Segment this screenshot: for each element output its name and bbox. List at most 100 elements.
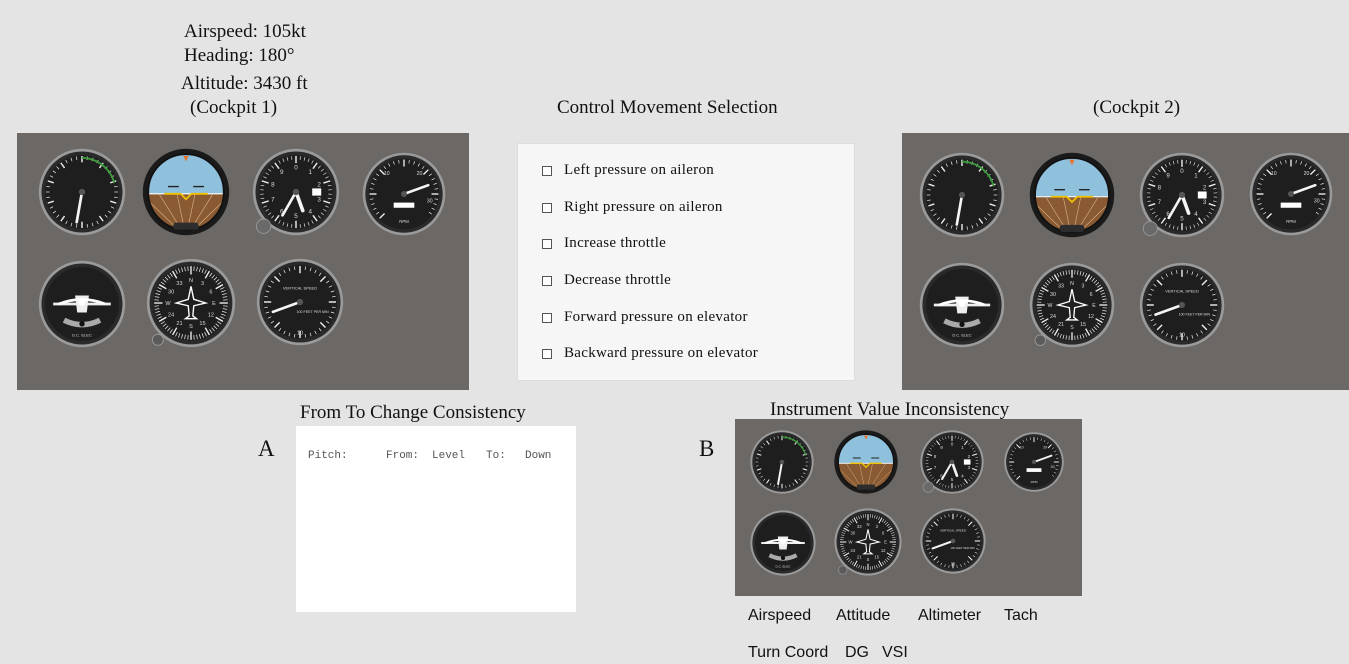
cockpit2-instrument-panel: 0123456789 10 20 30 RPM D.C. ELEC N 3 6 E 12 15 S…: [902, 133, 1349, 390]
option-label: Left pressure on aileron: [564, 162, 715, 178]
checkbox[interactable]: [542, 165, 552, 176]
from-label: From:: [386, 450, 420, 462]
checkbox[interactable]: [542, 348, 552, 359]
svg-text:10: 10: [297, 330, 303, 336]
directional-gyro-icon[interactable]: N 3 6 E 12 15 S 21 24 W 30 33: [145, 257, 237, 349]
svg-text:33: 33: [857, 524, 862, 529]
svg-text:6: 6: [209, 289, 212, 295]
svg-text:1: 1: [309, 169, 313, 176]
from-value: Level: [432, 450, 466, 462]
svg-text:10: 10: [384, 171, 390, 177]
svg-text:RPM: RPM: [399, 219, 409, 224]
airspeed-indicator-icon[interactable]: [37, 147, 127, 237]
svg-text:8: 8: [934, 454, 937, 459]
svg-text:12: 12: [881, 548, 886, 553]
option-increase-throttle[interactable]: Increase throttle: [542, 235, 666, 252]
svg-text:15: 15: [1080, 322, 1086, 328]
panel-a-title: From To Change Consistency: [300, 402, 526, 423]
attitude-indicator-icon[interactable]: [1028, 151, 1116, 239]
checkbox[interactable]: [542, 312, 552, 323]
attitude-indicator-icon[interactable]: [833, 429, 899, 495]
svg-text:4: 4: [961, 474, 964, 479]
vertical-speed-indicator-icon[interactable]: VERTICAL SPEED 100 FEET PER MIN 10: [919, 507, 987, 575]
cockpit1-heading-readout: Heading: 180°: [184, 45, 295, 66]
altimeter-icon[interactable]: 0123456789: [919, 429, 985, 495]
option-label: Decrease throttle: [564, 272, 672, 288]
option-backward-elevator[interactable]: Backward pressure on elevator: [542, 345, 758, 362]
tachometer-icon[interactable]: 10 20 30 RPM: [1003, 431, 1065, 493]
tachometer-icon[interactable]: 10 20 30 RPM: [361, 151, 447, 237]
legend-altimeter: Altimeter: [918, 607, 982, 624]
svg-text:VERTICAL SPEED: VERTICAL SPEED: [940, 528, 967, 532]
svg-text:E: E: [1092, 303, 1096, 309]
svg-text:S: S: [867, 557, 870, 562]
legend-tach: Tach: [1004, 607, 1038, 624]
to-label: To:: [486, 450, 506, 462]
option-forward-elevator[interactable]: Forward pressure on elevator: [542, 309, 748, 326]
directional-gyro-icon[interactable]: N 3 6 E 12 15 S 21 24 W 30 33: [1028, 261, 1116, 349]
svg-text:30: 30: [1051, 465, 1055, 469]
svg-text:30: 30: [851, 531, 856, 536]
svg-text:3: 3: [201, 281, 204, 287]
svg-text:4: 4: [309, 208, 313, 215]
svg-text:D.C. ELEC: D.C. ELEC: [776, 564, 792, 568]
option-left-aileron[interactable]: Left pressure on aileron: [542, 162, 714, 179]
svg-text:6: 6: [1090, 292, 1093, 298]
svg-text:20: 20: [1304, 171, 1310, 177]
altimeter-icon[interactable]: 0123456789: [1138, 151, 1226, 239]
svg-text:0: 0: [951, 442, 954, 447]
legend-airspeed: Airspeed: [748, 607, 812, 624]
attitude-indicator-icon[interactable]: [141, 147, 231, 237]
svg-text:W: W: [1048, 303, 1053, 309]
svg-text:S: S: [189, 324, 193, 330]
checkbox[interactable]: [542, 202, 552, 213]
option-decrease-throttle[interactable]: Decrease throttle: [542, 272, 671, 289]
svg-text:2: 2: [317, 181, 321, 188]
turn-coordinator-icon[interactable]: D.C. ELEC: [37, 259, 127, 349]
svg-text:2: 2: [1203, 184, 1207, 191]
svg-text:33: 33: [176, 281, 182, 287]
legend-attitude: Attitude: [836, 607, 891, 624]
turn-coordinator-icon[interactable]: D.C. ELEC: [749, 509, 817, 577]
svg-text:RPM: RPM: [1286, 219, 1296, 224]
directional-gyro-icon[interactable]: N 3 6 E 12 15 S 21 24 W 30 33: [833, 507, 903, 577]
svg-text:N: N: [1070, 281, 1074, 287]
pitch-label: Pitch:: [308, 450, 348, 462]
svg-text:9: 9: [1166, 173, 1170, 180]
option-right-aileron[interactable]: Right pressure on aileron: [542, 199, 723, 216]
turn-coordinator-icon[interactable]: D.C. ELEC: [918, 261, 1006, 349]
svg-text:W: W: [165, 301, 171, 307]
svg-text:10: 10: [1020, 445, 1024, 449]
vertical-speed-indicator-icon[interactable]: VERTICAL SPEED 100 FEET PER MIN 10: [255, 257, 345, 347]
tachometer-icon[interactable]: 10 20 30 RPM: [1248, 151, 1334, 237]
panel-b-title: Instrument Value Inconsistency: [770, 399, 1010, 420]
svg-text:10: 10: [1179, 333, 1185, 339]
checkbox[interactable]: [542, 275, 552, 286]
svg-text:5: 5: [294, 213, 298, 220]
svg-text:9: 9: [280, 169, 284, 176]
svg-text:N: N: [866, 522, 869, 527]
airspeed-indicator-icon[interactable]: [918, 151, 1006, 239]
svg-text:30: 30: [168, 289, 174, 295]
svg-text:5: 5: [1180, 216, 1184, 223]
svg-text:3: 3: [1082, 284, 1085, 290]
altimeter-icon[interactable]: 0123456789: [251, 147, 341, 237]
airspeed-indicator-icon[interactable]: [749, 429, 815, 495]
svg-text:W: W: [849, 539, 853, 544]
svg-text:S: S: [1070, 325, 1074, 331]
checkbox[interactable]: [542, 238, 552, 249]
cockpit1-airspeed-readout: Airspeed: 105kt: [184, 21, 306, 42]
svg-text:1: 1: [1194, 173, 1198, 180]
svg-text:100 FEET PER MIN: 100 FEET PER MIN: [1179, 313, 1211, 317]
legend-turn-coord: Turn Coord: [748, 644, 829, 661]
svg-text:15: 15: [874, 555, 879, 560]
svg-text:3: 3: [317, 196, 321, 203]
vertical-speed-indicator-icon[interactable]: VERTICAL SPEED 100 FEET PER MIN 10: [1138, 261, 1226, 349]
svg-text:E: E: [212, 301, 216, 307]
svg-text:21: 21: [1058, 322, 1064, 328]
svg-text:VERTICAL SPEED: VERTICAL SPEED: [1165, 289, 1199, 294]
svg-text:D.C. ELEC: D.C. ELEC: [72, 332, 92, 337]
cockpit2-title: (Cockpit 2): [1093, 97, 1181, 118]
svg-text:10: 10: [951, 561, 956, 566]
svg-text:E: E: [884, 539, 887, 544]
